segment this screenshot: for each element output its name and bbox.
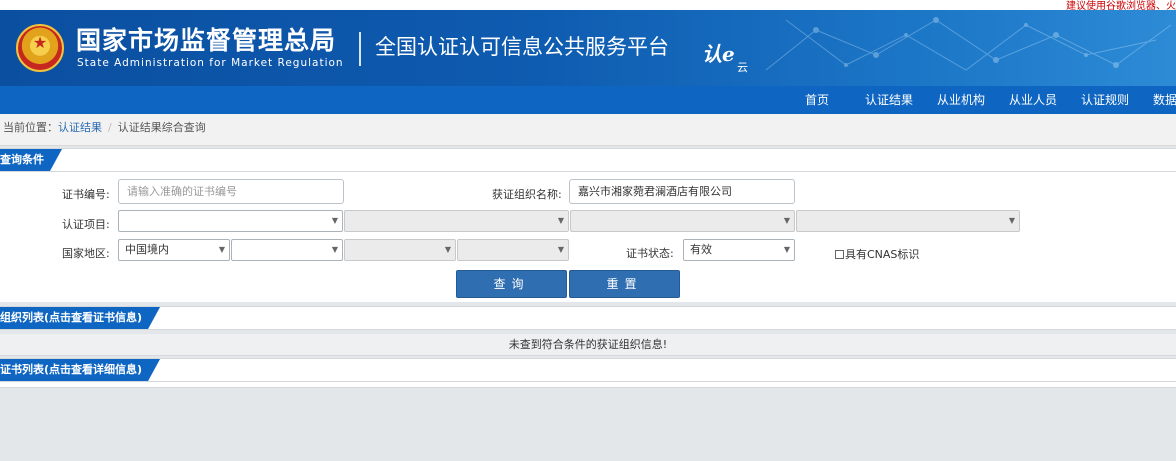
nav-item-data[interactable]: 数据: [1153, 86, 1176, 114]
chevron-down-icon: ▼: [783, 245, 790, 254]
region-select-province[interactable]: ▼: [231, 239, 343, 261]
cnas-label: 具有CNAS标识: [845, 248, 920, 261]
org-section-title: 组织列表(点击查看证书信息): [0, 307, 160, 329]
project-select-2: ▼: [344, 210, 569, 232]
nav-item-home[interactable]: 首页: [805, 86, 829, 114]
chevron-down-icon: ▼: [557, 245, 564, 254]
breadcrumb-current: 认证结果综合查询: [117, 121, 206, 134]
cert-section-header: 证书列表(点击查看详细信息): [0, 358, 1176, 382]
chevron-down-icon: ▼: [218, 245, 225, 254]
project-select-1[interactable]: ▼: [118, 210, 343, 232]
project-select-3: ▼: [570, 210, 795, 232]
chevron-down-icon: ▼: [783, 216, 790, 225]
region-value: 中国境内: [125, 243, 169, 256]
main-nav: 首页 认证结果 从业机构 从业人员 认证规则 数据: [0, 86, 1176, 114]
agency-name-cn: 国家市场监督管理总局: [76, 26, 337, 55]
status-value: 有效: [690, 243, 712, 256]
nav-item-rules[interactable]: 认证规则: [1081, 86, 1129, 114]
org-name-input[interactable]: 嘉兴市湘家菀君澜酒店有限公司: [569, 179, 795, 204]
region-select-city: ▼: [344, 239, 456, 261]
chevron-down-icon: ▼: [557, 216, 564, 225]
breadcrumb-prefix: 当前位置：: [3, 121, 58, 134]
agency-name-en: State Administration for Market Regulati…: [77, 57, 344, 69]
cert-no-label: 证书编号:: [62, 188, 110, 201]
site-header: ★ 国家市场监督管理总局 State Administration for Ma…: [0, 10, 1176, 86]
cnas-checkbox[interactable]: 具有CNAS标识: [835, 246, 919, 262]
org-name-label: 获证组织名称:: [492, 188, 562, 201]
project-label: 认证项目:: [62, 218, 110, 231]
nav-item-cert-results[interactable]: 认证结果: [865, 86, 913, 114]
region-select-district: ▼: [457, 239, 569, 261]
status-select[interactable]: 有效 ▼: [683, 239, 795, 261]
cert-no-input[interactable]: 请输入准确的证书编号: [118, 179, 344, 204]
platform-title: 全国认证认可信息公共服务平台: [375, 35, 669, 59]
nav-item-institutions[interactable]: 从业机构: [937, 86, 985, 114]
renyun-logo-sub: 云: [737, 61, 748, 74]
search-button[interactable]: 查询: [456, 270, 567, 298]
query-form: 证书编号: 请输入准确的证书编号 获证组织名称: 嘉兴市湘家菀君澜酒店有限公司 …: [0, 172, 1176, 302]
status-label: 证书状态:: [626, 247, 674, 260]
chevron-down-icon: ▼: [331, 245, 338, 254]
nav-item-personnel[interactable]: 从业人员: [1009, 86, 1057, 114]
reset-button[interactable]: 重置: [569, 270, 680, 298]
query-section-header: 查询条件: [0, 148, 1176, 172]
org-section-header: 组织列表(点击查看证书信息): [0, 306, 1176, 330]
chevron-down-icon: ▼: [444, 245, 451, 254]
project-select-4: ▼: [796, 210, 1020, 232]
top-strip: 建议使用谷歌浏览器、火: [0, 0, 1176, 12]
cert-list-area: [0, 382, 1176, 388]
cert-section-title: 证书列表(点击查看详细信息): [0, 359, 160, 381]
breadcrumb-link-cert-results[interactable]: 认证结果: [58, 121, 102, 134]
checkbox-icon[interactable]: [835, 250, 844, 259]
breadcrumb: 当前位置：认证结果 / 认证结果综合查询: [0, 114, 1176, 146]
renyun-logo-icon: 认e: [702, 42, 735, 66]
region-select-country[interactable]: 中国境内 ▼: [118, 239, 230, 261]
breadcrumb-separator: /: [108, 121, 112, 134]
chevron-down-icon: ▼: [1008, 216, 1015, 225]
chevron-down-icon: ▼: [331, 216, 338, 225]
header-divider: [359, 32, 361, 66]
network-decoration: [765, 17, 1172, 71]
org-empty-message: 未查到符合条件的获证组织信息!: [0, 334, 1176, 356]
national-emblem-icon: ★: [16, 24, 64, 72]
region-label: 国家地区:: [62, 247, 110, 260]
query-section-title: 查询条件: [0, 149, 62, 171]
